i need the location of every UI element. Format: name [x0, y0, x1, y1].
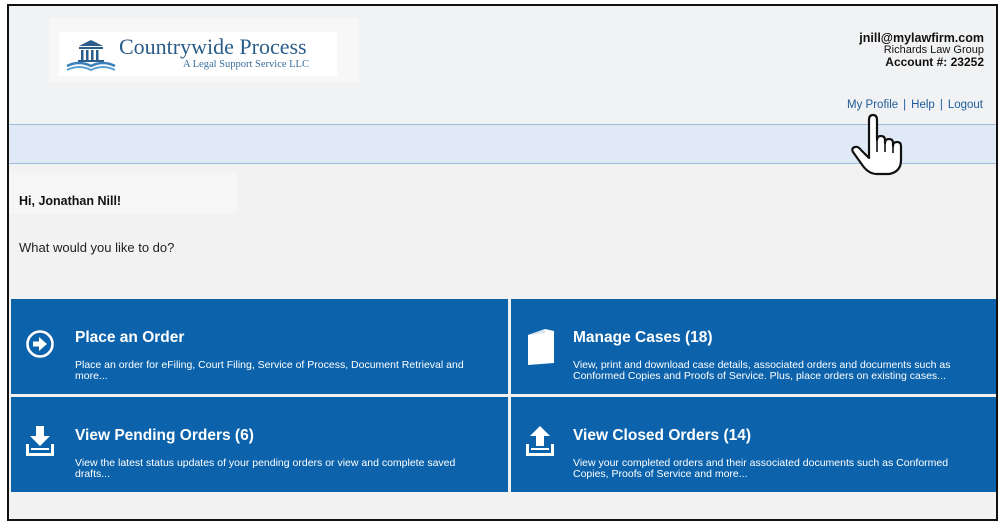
- tile-title: View Pending Orders (6): [75, 427, 254, 444]
- tile-description: View the latest status updates of your p…: [75, 457, 456, 480]
- help-link[interactable]: Help: [911, 99, 935, 111]
- nav-separator: |: [903, 99, 907, 111]
- arrow-circle-icon: [26, 330, 54, 358]
- upload-tray-icon: [526, 426, 554, 456]
- tile-description: View, print and download case details, a…: [573, 359, 951, 382]
- header: Countrywide Process A Legal Support Serv…: [9, 6, 996, 124]
- tile-title: View Closed Orders (14): [573, 427, 752, 444]
- tile-title: Place an Order: [75, 329, 185, 346]
- tile-description: Place an order for eFiling, Court Filing…: [75, 359, 464, 382]
- tile-description: View your completed orders and their ass…: [573, 457, 949, 480]
- closed-orders-tile[interactable]: View Closed Orders (14) View your comple…: [511, 397, 996, 492]
- logo[interactable]: Countrywide Process A Legal Support Serv…: [59, 32, 337, 76]
- account-number: Account #: 23252: [885, 55, 984, 69]
- my-profile-link[interactable]: My Profile: [847, 99, 898, 111]
- nav-separator: |: [939, 99, 943, 111]
- folder-icon: [528, 329, 554, 365]
- top-nav-links: My Profile | Help | Logout: [847, 99, 983, 111]
- account-email: jnill@mylawfirm.com: [859, 31, 984, 45]
- account-info: jnill@mylawfirm.com Richards Law Group A…: [859, 32, 984, 68]
- courthouse-book-icon: [66, 40, 116, 72]
- hand-cursor-icon: [851, 113, 903, 176]
- brand-tagline: A Legal Support Service LLC: [183, 59, 309, 70]
- download-tray-icon: [26, 426, 54, 456]
- app-window: Countrywide Process A Legal Support Serv…: [7, 4, 998, 521]
- manage-cases-tile[interactable]: Manage Cases (18) View, print and downlo…: [511, 299, 996, 394]
- pending-orders-tile[interactable]: View Pending Orders (6) View the latest …: [11, 397, 508, 492]
- place-order-tile[interactable]: Place an Order Place an order for eFilin…: [11, 299, 508, 394]
- logout-link[interactable]: Logout: [948, 99, 983, 111]
- prompt-text: What would you like to do?: [19, 240, 175, 255]
- logo-area: Countrywide Process A Legal Support Serv…: [49, 18, 359, 82]
- greeting-text: Hi, Jonathan Nill!: [19, 194, 122, 208]
- tile-title: Manage Cases (18): [573, 329, 713, 346]
- brand-name: Countrywide Process: [119, 34, 307, 59]
